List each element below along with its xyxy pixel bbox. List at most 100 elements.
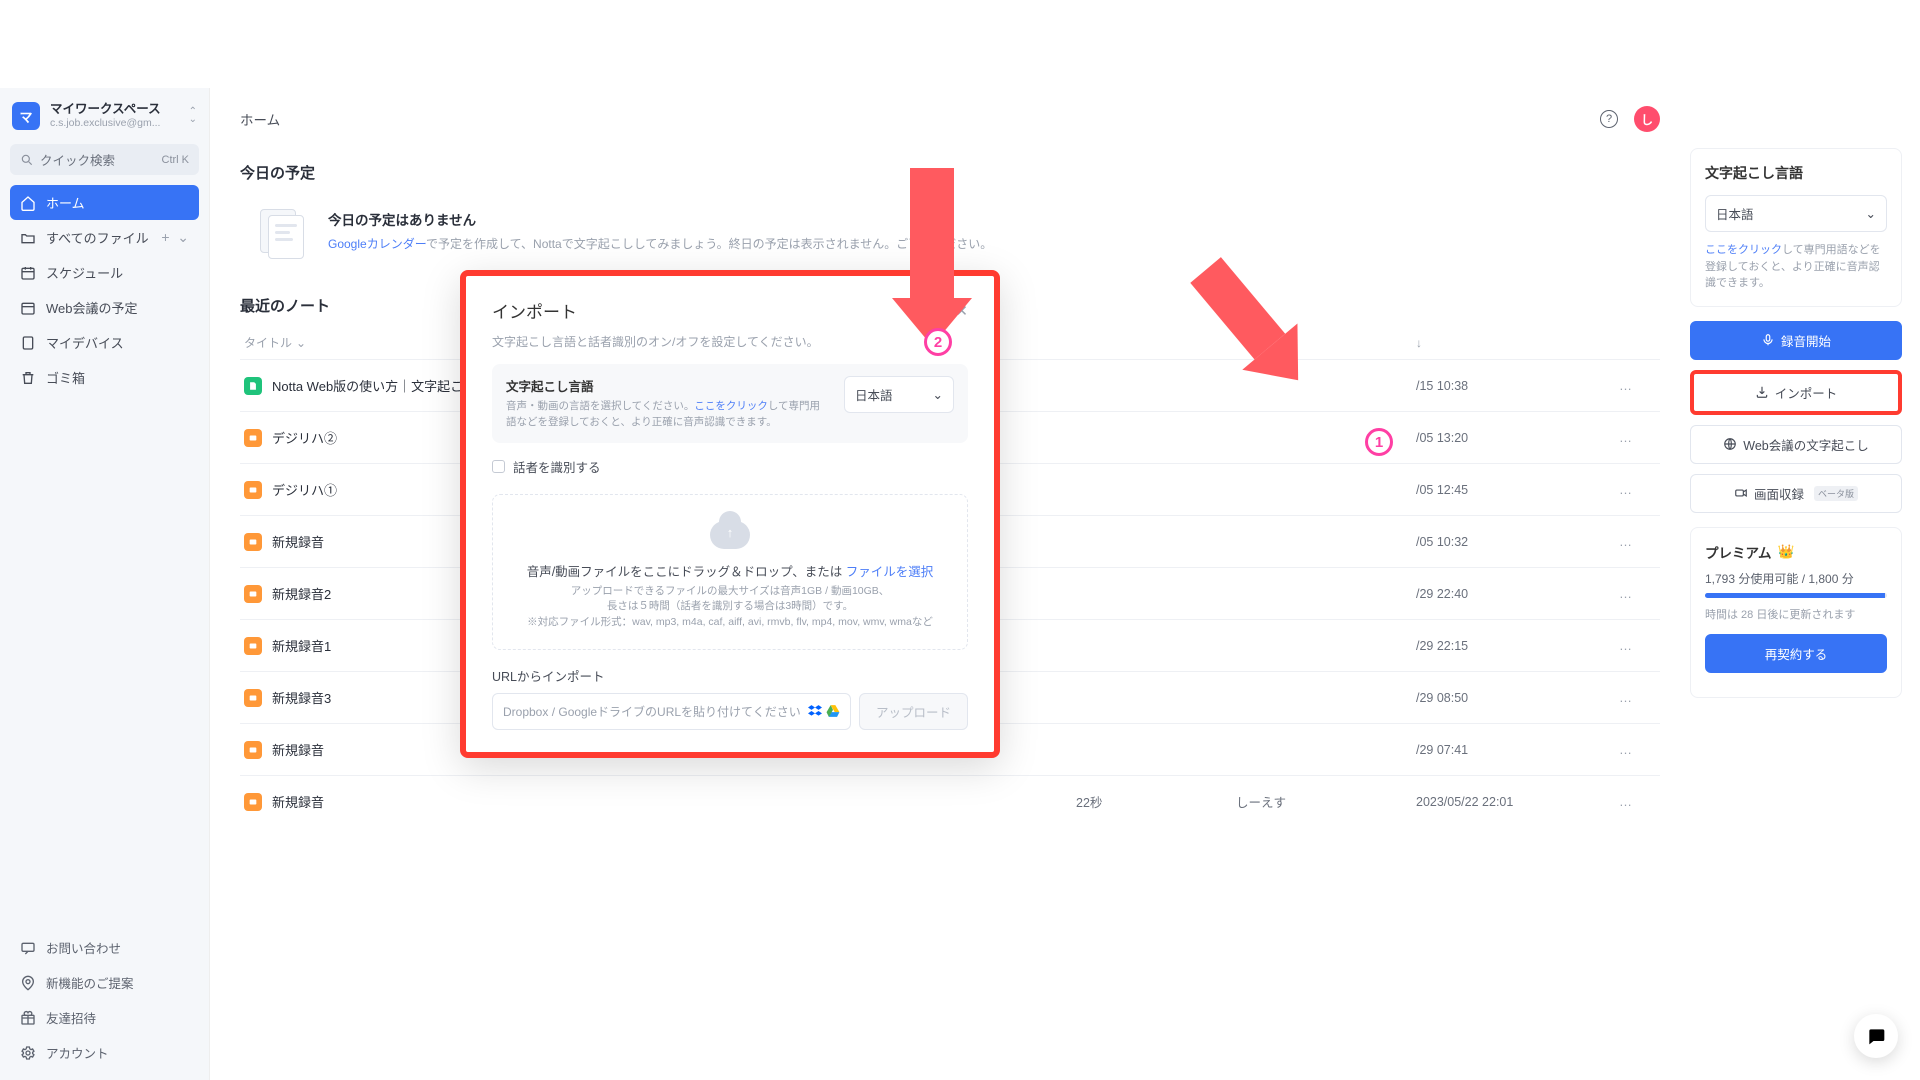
nav-home[interactable]: ホーム — [10, 185, 199, 220]
note-date: /29 08:50 — [1416, 691, 1596, 705]
workspace-name: マイワークスペース — [50, 102, 179, 117]
row-menu[interactable]: … — [1596, 742, 1656, 757]
modal-lang-select[interactable]: 日本語⌄ — [844, 376, 954, 413]
note-duration: 22秒 — [1076, 792, 1236, 811]
row-menu[interactable]: … — [1596, 690, 1656, 705]
gear-icon — [20, 1045, 36, 1061]
import-button[interactable]: インポート — [1690, 370, 1902, 415]
file-select-link[interactable]: ファイルを選択 — [846, 565, 934, 579]
row-menu[interactable]: … — [1596, 378, 1656, 393]
footer-features-label: 新機能のご提案 — [46, 973, 134, 992]
lang-heading: 文字起こし言語 — [1705, 163, 1887, 183]
nav-home-label: ホーム — [46, 193, 85, 212]
annotation-number-2: 2 — [924, 328, 952, 356]
footer-account-label: アカウント — [46, 1043, 109, 1062]
modal-lang-label: 文字起こし言語 — [506, 376, 830, 395]
footer-contact[interactable]: お問い合わせ — [10, 930, 199, 965]
lang-hint: ここをクリックして専門用語などを登録しておくと、より正確に音声認識できます。 — [1705, 242, 1887, 292]
workspace-switcher[interactable]: マ マイワークスペース c.s.job.exclusive@gm... ⌃⌄ — [0, 88, 209, 140]
row-menu[interactable]: … — [1596, 794, 1656, 809]
chat-icon — [20, 940, 36, 956]
chat-fab[interactable] — [1854, 1014, 1898, 1058]
search-label: クイック検索 — [40, 150, 115, 169]
row-menu[interactable]: … — [1596, 586, 1656, 601]
beta-badge: ベータ版 — [1814, 486, 1858, 501]
note-date: /05 10:32 — [1416, 535, 1596, 549]
nav-devices[interactable]: マイデバイス — [10, 325, 199, 360]
renew-button[interactable]: 再契約する — [1705, 634, 1887, 673]
nav-trash[interactable]: ゴミ箱 — [10, 360, 199, 395]
right-panel: 文字起こし言語 日本語⌄ ここをクリックして専門用語などを登録しておくと、より正… — [1690, 88, 1920, 1080]
search-icon — [20, 153, 34, 167]
record-button[interactable]: 録音開始 — [1690, 321, 1902, 360]
footer-invite[interactable]: 友達招待 — [10, 1000, 199, 1035]
row-menu[interactable]: … — [1596, 430, 1656, 445]
globe-icon — [1723, 437, 1737, 451]
upload-button[interactable]: アップロード — [859, 693, 968, 730]
trash-icon — [20, 370, 36, 386]
modal-lang-link[interactable]: ここをクリック — [694, 400, 768, 412]
row-menu[interactable]: … — [1596, 534, 1656, 549]
calendar-check-icon — [20, 300, 36, 316]
dropzone-main-text: 音声/動画ファイルをここにドラッグ＆ドロップ、または ファイルを選択 — [505, 561, 955, 580]
dropzone[interactable]: ↑ 音声/動画ファイルをここにドラッグ＆ドロップ、または ファイルを選択 アップ… — [492, 494, 968, 650]
mic-icon — [1761, 333, 1775, 347]
note-date: /29 22:40 — [1416, 587, 1596, 601]
nav-all-files[interactable]: すべてのファイル + ⌄ — [10, 220, 199, 255]
file-type-icon — [244, 741, 262, 759]
nav-trash-label: ゴミ箱 — [46, 368, 85, 387]
page-title: ホーム — [240, 109, 280, 129]
note-date: /29 07:41 — [1416, 743, 1596, 757]
footer-account[interactable]: アカウント — [10, 1035, 199, 1070]
workspace-avatar: マ — [12, 102, 40, 130]
screen-record-button[interactable]: 画面収録ベータ版 — [1690, 474, 1902, 513]
checkbox-icon — [492, 460, 505, 473]
note-date: /29 22:15 — [1416, 639, 1596, 653]
nav-devices-label: マイデバイス — [46, 333, 124, 352]
nav-schedule[interactable]: スケジュール — [10, 255, 199, 290]
lang-hint-link[interactable]: ここをクリック — [1705, 244, 1782, 256]
col-date-sort[interactable]: ↓ — [1416, 334, 1596, 351]
empty-body: Googleカレンダーで予定を作成して、Nottaで文字起こししてみましょう。終… — [328, 235, 992, 252]
empty-title: 今日の予定はありません — [328, 209, 992, 229]
url-import-label: URLからインポート — [492, 666, 968, 685]
footer-features[interactable]: 新機能のご提案 — [10, 965, 199, 1000]
footer-invite-label: 友達招待 — [46, 1008, 96, 1027]
table-row[interactable]: 新規録音 22秒 しーえす 2023/05/22 22:01 … — [240, 775, 1660, 827]
cloud-upload-icon: ↑ — [710, 521, 750, 549]
chevron-down-icon: ⌄ — [933, 387, 943, 402]
speaker-id-checkbox[interactable]: 話者を識別する — [492, 457, 968, 476]
google-calendar-link[interactable]: Googleカレンダー — [328, 237, 426, 251]
nav-schedule-label: スケジュール — [46, 263, 123, 282]
google-drive-icon — [826, 704, 840, 718]
camera-icon — [1734, 486, 1748, 500]
premium-heading: プレミアム👑 — [1705, 542, 1887, 562]
lang-select[interactable]: 日本語⌄ — [1705, 195, 1887, 232]
modal-lang-desc: 音声・動画の言語を選択してください。ここをクリックして専門用語などを登録しておく… — [506, 399, 830, 431]
quick-search[interactable]: クイック検索 Ctrl K — [10, 144, 199, 175]
note-date: /15 10:38 — [1416, 379, 1596, 393]
user-avatar[interactable]: し — [1634, 106, 1660, 132]
note-date: 2023/05/22 22:01 — [1416, 795, 1596, 809]
note-title: 新規録音 — [272, 792, 1076, 811]
sidebar: マ マイワークスペース c.s.job.exclusive@gm... ⌃⌄ ク… — [0, 88, 210, 1080]
file-type-icon — [244, 637, 262, 655]
file-type-icon — [244, 429, 262, 447]
device-icon — [20, 335, 36, 351]
meeting-transcribe-button[interactable]: Web会議の文字起こし — [1690, 425, 1902, 464]
dropbox-icon — [808, 704, 822, 718]
url-input[interactable]: Dropbox / GoogleドライブのURLを貼り付けてください — [492, 693, 851, 730]
row-menu[interactable]: … — [1596, 638, 1656, 653]
nav-all-files-actions[interactable]: + ⌄ — [161, 229, 189, 246]
file-type-icon — [244, 533, 262, 551]
chat-bubble-icon — [1866, 1026, 1886, 1046]
home-icon — [20, 195, 36, 211]
help-button[interactable]: ? — [1600, 110, 1618, 128]
dropzone-sub-text: アップロードできるファイルの最大サイズは音声1GB / 動画10GB、 長さは５… — [505, 584, 955, 631]
file-type-icon — [244, 377, 262, 395]
location-icon — [20, 975, 36, 991]
row-menu[interactable]: … — [1596, 482, 1656, 497]
nav-meetings[interactable]: Web会議の予定 — [10, 290, 199, 325]
annotation-arrow-2 — [910, 168, 972, 346]
annotation-number-1: 1 — [1365, 428, 1393, 456]
